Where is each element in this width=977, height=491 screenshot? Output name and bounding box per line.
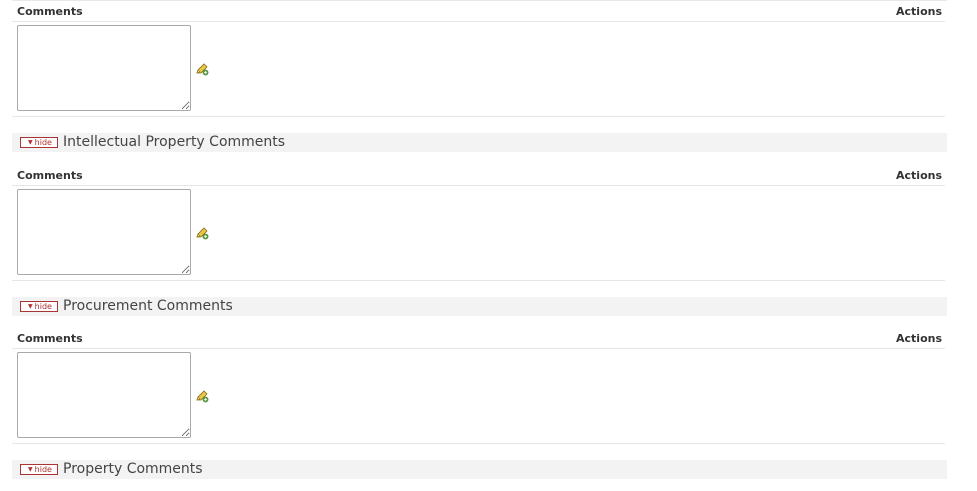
comment-textarea[interactable]: [17, 189, 191, 275]
comments-table-header: Comments Actions: [12, 165, 945, 186]
triangle-down-icon: ▼: [28, 139, 33, 146]
hide-button[interactable]: ▼ hide: [20, 464, 58, 475]
section-title: Procurement Comments: [63, 298, 233, 314]
comments-column-header: Comments: [17, 5, 83, 18]
comments-table-row: [12, 349, 945, 444]
hide-button-label: hide: [34, 138, 52, 147]
comment-textarea[interactable]: [17, 352, 191, 438]
comments-table-row: [12, 186, 945, 281]
comments-table-header: Comments Actions: [12, 1, 945, 22]
hide-button[interactable]: ▼ hide: [20, 137, 58, 148]
actions-column-header: Actions: [896, 169, 942, 182]
comments-table-3: Comments Actions: [12, 328, 945, 444]
page: Comments Actions ▼ hide Intellectual Prop…: [0, 0, 977, 491]
section-title: Intellectual Property Comments: [63, 134, 286, 150]
section-header-procurement: ▼ hide Procurement Comments: [12, 297, 947, 316]
comments-column-header: Comments: [17, 169, 83, 182]
pencil-edit-icon[interactable]: [195, 389, 209, 403]
triangle-down-icon: ▼: [28, 303, 33, 310]
comments-table-row: [12, 22, 945, 117]
section-title: Property Comments: [63, 461, 203, 477]
actions-column-header: Actions: [896, 332, 942, 345]
actions-column-header: Actions: [896, 5, 942, 18]
section-header-intellectual-property: ▼ hide Intellectual Property Comments: [12, 133, 947, 152]
comments-table-2: Comments Actions: [12, 165, 945, 281]
triangle-down-icon: ▼: [28, 466, 33, 473]
comment-textarea[interactable]: [17, 25, 191, 111]
hide-button[interactable]: ▼ hide: [20, 301, 58, 312]
comments-table-1: Comments Actions: [12, 1, 945, 117]
section-header-property: ▼ hide Property Comments: [12, 460, 947, 479]
comments-column-header: Comments: [17, 332, 83, 345]
pencil-edit-icon[interactable]: [195, 226, 209, 240]
hide-button-label: hide: [34, 465, 52, 474]
comments-table-header: Comments Actions: [12, 328, 945, 349]
hide-button-label: hide: [34, 302, 52, 311]
pencil-edit-icon[interactable]: [195, 62, 209, 76]
